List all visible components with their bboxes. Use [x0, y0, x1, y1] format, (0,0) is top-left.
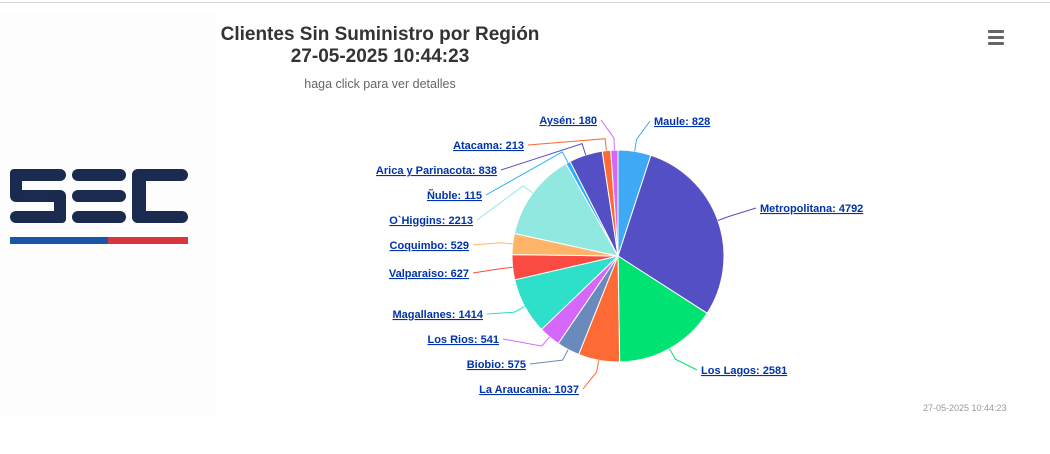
connector-line — [634, 120, 651, 152]
connector-line — [472, 242, 513, 246]
connector-line — [472, 266, 513, 274]
data-label[interactable]: Los Lagos: 2581 — [701, 365, 787, 377]
data-label[interactable]: O`Higgins: 2213 — [389, 215, 473, 227]
data-label[interactable]: La Araucania: 1037 — [479, 384, 579, 396]
connector-line — [529, 349, 569, 365]
connector-line — [582, 360, 600, 390]
data-label[interactable]: Aysén: 180 — [539, 115, 597, 127]
data-label[interactable]: Valparaiso: 627 — [389, 268, 469, 280]
data-label[interactable]: Arica y Parinacota: 838 — [376, 165, 497, 177]
data-label[interactable]: Maule: 828 — [654, 116, 710, 128]
connector-line — [502, 336, 550, 347]
connector-line — [717, 207, 757, 221]
connector-line — [486, 305, 526, 315]
data-label[interactable]: Coquimbo: 529 — [390, 240, 469, 252]
pie-chart: Maule: 828 Metropolitana: 4792 Los Lagos: … — [376, 115, 863, 396]
data-label[interactable]: Biobio: 575 — [467, 359, 526, 371]
data-label[interactable]: Metropolitana: 4792 — [760, 203, 863, 215]
data-label[interactable]: Los Rios: 541 — [427, 334, 499, 346]
connector-line — [669, 348, 698, 371]
data-label[interactable]: Atacama: 213 — [453, 140, 524, 152]
connector-line — [600, 119, 615, 151]
data-label[interactable]: Magallanes: 1414 — [393, 309, 484, 321]
data-label[interactable]: Ñuble: 115 — [427, 189, 482, 202]
chart-credits: 27-05-2025 10:44:23 — [923, 403, 1007, 413]
